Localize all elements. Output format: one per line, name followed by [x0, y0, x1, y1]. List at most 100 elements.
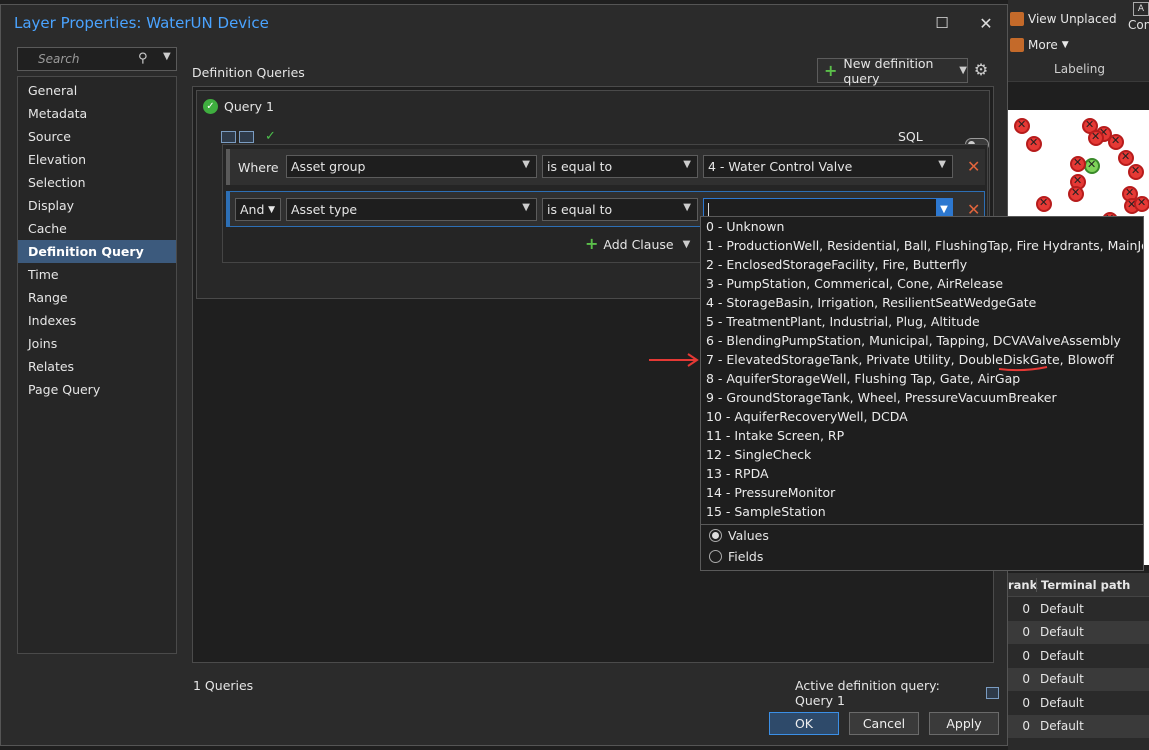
- new-definition-query-button[interactable]: + New definition query ▼: [817, 56, 968, 86]
- dropdown-option[interactable]: 1 - ProductionWell, Residential, Ball, F…: [701, 236, 1143, 255]
- more-icon: [1010, 38, 1024, 52]
- search-icon[interactable]: ⚲: [138, 51, 148, 66]
- search-input[interactable]: Search ⚲ ▼: [17, 47, 177, 71]
- verify-check-icon[interactable]: ✓: [265, 129, 276, 144]
- active-query-status: Active definition query: Query 1: [795, 678, 999, 708]
- map-feature-icon[interactable]: [1036, 196, 1052, 212]
- dropdown-option[interactable]: 13 - RPDA: [701, 464, 1143, 483]
- dropdown-option[interactable]: 14 - PressureMonitor: [701, 483, 1143, 502]
- apply-button[interactable]: Apply: [929, 712, 999, 735]
- sidebar-item-selection[interactable]: Selection: [18, 171, 176, 194]
- dropdown-option[interactable]: 9 - GroundStorageTank, Wheel, PressureVa…: [701, 388, 1143, 407]
- chevron-down-icon: ▼: [1061, 40, 1069, 50]
- dropdown-option[interactable]: 7 - ElevatedStorageTank, Private Utility…: [701, 350, 1143, 369]
- add-clause-button[interactable]: + Add Clause ▼: [585, 236, 690, 252]
- plus-icon: +: [585, 234, 599, 253]
- table-row[interactable]: 0 Default: [1008, 597, 1149, 621]
- dropdown-option[interactable]: 11 - Intake Screen, RP: [701, 426, 1143, 445]
- chevron-down-icon: ▼: [683, 159, 691, 170]
- dropdown-option[interactable]: 5 - TreatmentPlant, Industrial, Plug, Al…: [701, 312, 1143, 331]
- section-title: Definition Queries: [192, 64, 305, 80]
- dropdown-option[interactable]: 12 - SingleCheck: [701, 445, 1143, 464]
- map-feature-icon[interactable]: [1128, 164, 1144, 180]
- clause-row: Where Asset group ▼ is equal to ▼ 4 - Wa…: [226, 149, 985, 185]
- operator-select[interactable]: is equal to ▼: [542, 155, 698, 178]
- chevron-down-icon: ▼: [268, 204, 275, 215]
- dropdown-option[interactable]: 4 - StorageBasin, Irrigation, ResilientS…: [701, 293, 1143, 312]
- chevron-down-icon: ▼: [522, 159, 530, 170]
- check-circle-icon: ✓: [203, 99, 218, 114]
- sidebar-item-source[interactable]: Source: [18, 125, 176, 148]
- table-row[interactable]: 0 Default: [1008, 644, 1149, 668]
- table-row[interactable]: 0 Default: [1008, 691, 1149, 715]
- field-select[interactable]: Asset group ▼: [286, 155, 537, 178]
- sidebar-item-cache[interactable]: Cache: [18, 217, 176, 240]
- sidebar-item-display[interactable]: Display: [18, 194, 176, 217]
- sidebar-item-general[interactable]: General: [18, 79, 176, 102]
- delete-clause-icon[interactable]: ✕: [967, 157, 980, 176]
- plus-icon: +: [824, 60, 838, 80]
- dropdown-option[interactable]: 3 - PumpStation, Commerical, Cone, AirRe…: [701, 274, 1143, 293]
- table-row[interactable]: 0 Default: [1008, 667, 1149, 691]
- sidebar-nav: General Metadata Source Elevation Select…: [17, 76, 177, 654]
- map-feature-icon[interactable]: [1068, 186, 1084, 202]
- dropdown-option[interactable]: 8 - AquiferStorageWell, Flushing Tap, Ga…: [701, 369, 1143, 388]
- dropdown-option[interactable]: 15 - SampleStation: [701, 502, 1143, 521]
- title-bar[interactable]: Layer Properties: WaterUN Device: [1, 5, 1007, 40]
- chevron-down-icon[interactable]: ▼: [163, 51, 171, 62]
- asset-type-dropdown: 0 - Unknown 1 - ProductionWell, Residenti…: [700, 216, 1144, 571]
- dropdown-option[interactable]: 10 - AquiferRecoveryWell, DCDA: [701, 407, 1143, 426]
- chevron-down-icon: ▼: [682, 238, 691, 250]
- table-row[interactable]: 0 Default: [1008, 620, 1149, 644]
- view-unplaced-button[interactable]: View Unplaced: [1010, 12, 1117, 26]
- map-feature-icon[interactable]: [1134, 196, 1149, 212]
- attribute-table: rank Terminal path 0 Default 0 Default 0 De…: [1008, 573, 1149, 750]
- ok-button[interactable]: OK: [769, 712, 839, 735]
- map-feature-icon[interactable]: [1070, 156, 1086, 172]
- map-feature-icon[interactable]: [1014, 118, 1030, 134]
- gear-icon[interactable]: ⚙: [972, 61, 990, 79]
- dropdown-option[interactable]: 2 - EnclosedStorageFacility, Fire, Butte…: [701, 255, 1143, 274]
- query-tools: ✓: [221, 129, 276, 144]
- clause-mode-icon[interactable]: [221, 130, 236, 143]
- chevron-down-icon: ▼: [522, 202, 530, 213]
- map-feature-icon[interactable]: [1088, 130, 1104, 146]
- sidebar-item-definition-query[interactable]: Definition Query: [18, 240, 176, 263]
- map-feature-icon[interactable]: [1026, 136, 1042, 152]
- sidebar-item-page-query[interactable]: Page Query: [18, 378, 176, 401]
- query-header[interactable]: ✓ Query 1: [203, 99, 274, 114]
- fields-radio[interactable]: Fields: [701, 546, 1143, 567]
- text-tool-icon[interactable]: A: [1133, 2, 1149, 16]
- where-label: Where: [238, 159, 279, 175]
- maximize-button[interactable]: ☐: [930, 11, 954, 35]
- sql-mode-icon[interactable]: [239, 130, 254, 143]
- dropdown-option[interactable]: 6 - BlendingPumpStation, Municipal, Tapp…: [701, 331, 1143, 350]
- sidebar-item-indexes[interactable]: Indexes: [18, 309, 176, 332]
- maximize-icon: ☐: [935, 14, 949, 32]
- sidebar-item-metadata[interactable]: Metadata: [18, 102, 176, 125]
- map-feature-selected-icon[interactable]: [1084, 158, 1100, 174]
- radio-icon[interactable]: [709, 550, 722, 563]
- dropdown-option[interactable]: 0 - Unknown: [701, 217, 1143, 236]
- value-select[interactable]: 4 - Water Control Valve ▼: [703, 155, 953, 178]
- sidebar-item-elevation[interactable]: Elevation: [18, 148, 176, 171]
- sidebar-item-range[interactable]: Range: [18, 286, 176, 309]
- annotation-arrow-icon: [649, 353, 699, 367]
- conjunction-select[interactable]: And ▼: [235, 198, 281, 221]
- query-list-icon[interactable]: [985, 687, 999, 699]
- cancel-button[interactable]: Cancel: [849, 712, 919, 735]
- dialog-title: Layer Properties: WaterUN Device: [14, 13, 269, 32]
- map-feature-icon[interactable]: [1108, 134, 1124, 150]
- operator-select[interactable]: is equal to ▼: [542, 198, 698, 221]
- close-button[interactable]: ✕: [974, 11, 998, 35]
- values-radio[interactable]: Values: [701, 525, 1143, 546]
- table-header: rank Terminal path: [1008, 573, 1149, 597]
- more-button[interactable]: More ▼: [1010, 38, 1069, 52]
- sidebar-item-relates[interactable]: Relates: [18, 355, 176, 378]
- chevron-down-icon: ▼: [959, 65, 967, 76]
- field-select[interactable]: Asset type ▼: [286, 198, 537, 221]
- table-row[interactable]: 0 Default: [1008, 714, 1149, 738]
- sidebar-item-joins[interactable]: Joins: [18, 332, 176, 355]
- radio-selected-icon[interactable]: [709, 529, 722, 542]
- sidebar-item-time[interactable]: Time: [18, 263, 176, 286]
